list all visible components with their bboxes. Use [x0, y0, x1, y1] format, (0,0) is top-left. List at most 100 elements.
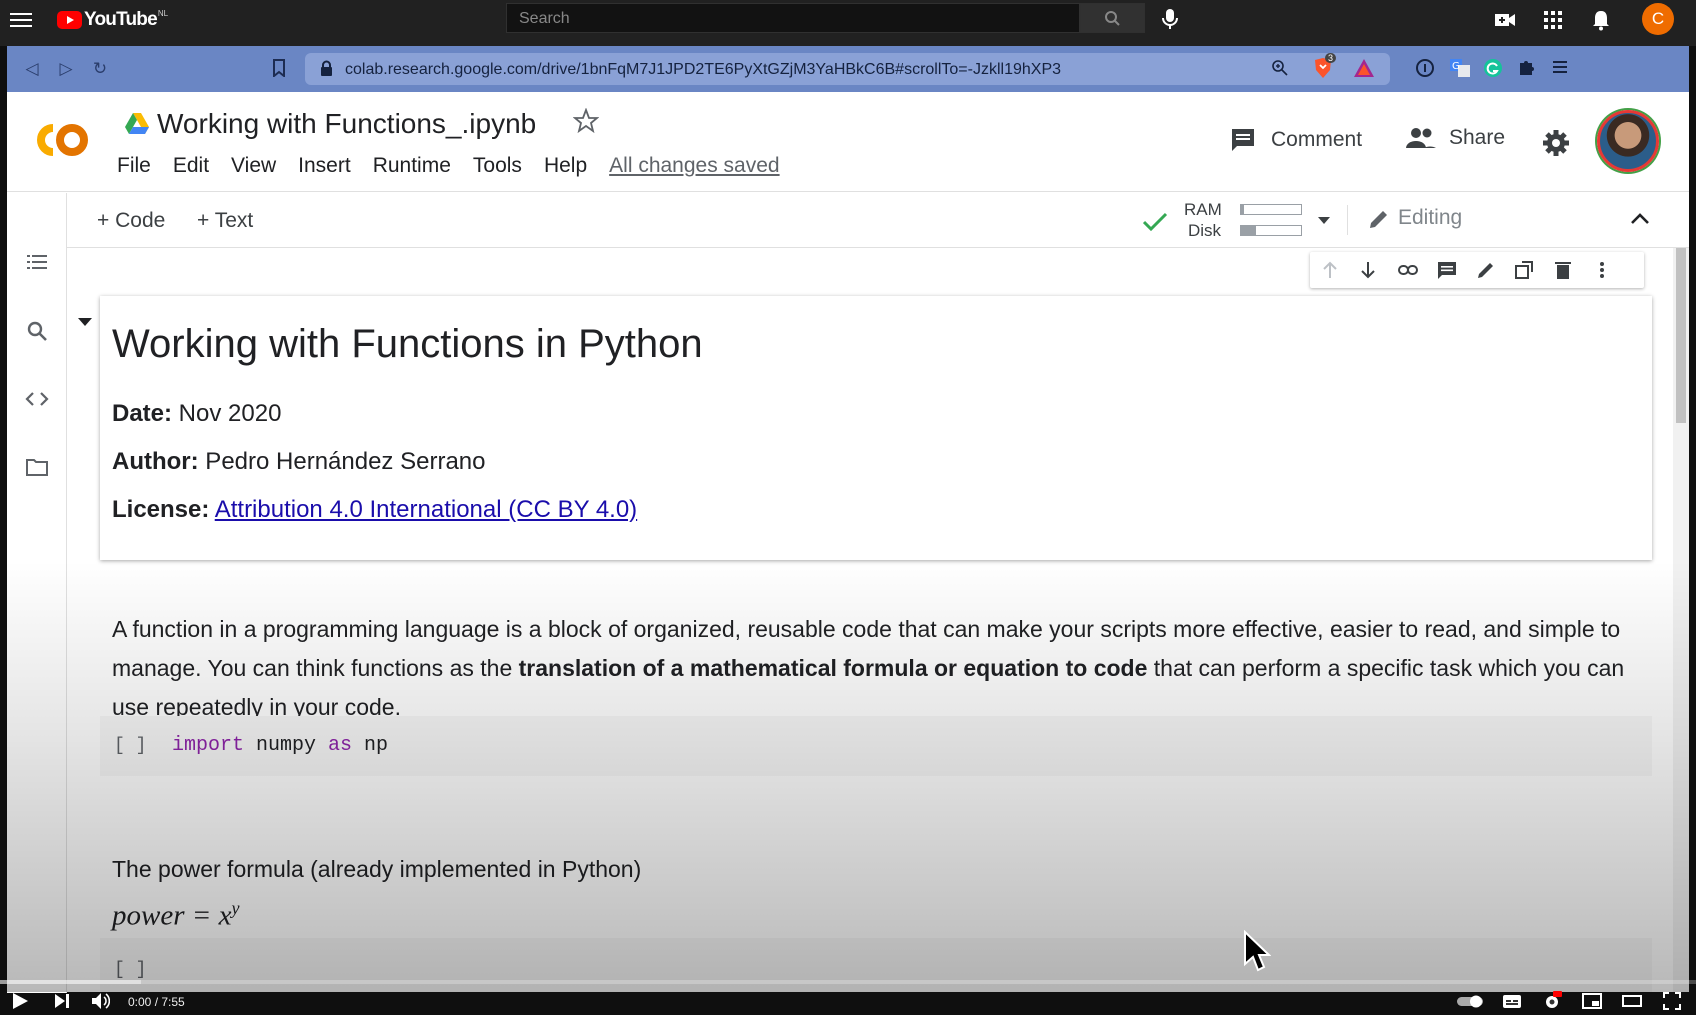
apps-grid-icon[interactable] — [1542, 9, 1564, 31]
extensions-puzzle-icon[interactable] — [1517, 57, 1537, 77]
formula-exponent: y — [231, 898, 240, 918]
formula-base: power = x — [112, 899, 232, 932]
code-line[interactable]: import numpy as np — [172, 734, 388, 757]
table-of-contents-icon[interactable] — [25, 251, 49, 275]
settings-gear-icon[interactable] — [1541, 128, 1571, 158]
menu-file[interactable]: File — [117, 154, 151, 178]
notebook-title[interactable]: Working with Functions_.ipynb — [157, 108, 536, 140]
settings-hd-icon[interactable] — [1542, 991, 1562, 1011]
menu-runtime[interactable]: Runtime — [373, 154, 451, 178]
forward-arrow-icon[interactable]: ▷ — [57, 60, 75, 78]
zoom-icon[interactable] — [1271, 59, 1289, 77]
menu-help[interactable]: Help — [544, 154, 587, 178]
video-timecode: 0:00 / 7:55 — [128, 995, 185, 1009]
comment-icon — [1232, 129, 1254, 151]
notebook-toolbar: + Code + Text RAM Disk Editing — [67, 193, 1689, 248]
star-icon[interactable] — [573, 108, 599, 134]
editing-mode-label[interactable]: Editing — [1398, 206, 1462, 230]
url-text[interactable]: colab.research.google.com/drive/1bnFqM7J… — [345, 61, 1061, 79]
comment-button[interactable]: Comment — [1229, 126, 1362, 154]
move-cell-down-icon[interactable] — [1358, 260, 1378, 280]
menu-tools[interactable]: Tools — [473, 154, 522, 178]
google-drive-icon[interactable] — [124, 112, 150, 136]
browser-toolbar: ◁ ▷ ↻ colab.research.google.com/drive/1b… — [7, 46, 1689, 92]
autoplay-toggle-icon[interactable] — [1456, 991, 1484, 1011]
lock-icon — [321, 60, 332, 76]
volume-icon[interactable] — [90, 991, 110, 1011]
microphone-icon[interactable] — [1160, 7, 1180, 31]
resources-indicator[interactable]: RAM Disk — [1142, 200, 1342, 242]
share-button[interactable]: Share — [1405, 126, 1505, 150]
link-to-cell-icon[interactable] — [1398, 260, 1418, 280]
license-link[interactable]: Attribution 4.0 International (CC BY 4.0… — [215, 496, 637, 523]
video-progress-bar[interactable] — [0, 980, 1696, 984]
grammarly-icon[interactable] — [1483, 58, 1503, 78]
back-arrow-icon[interactable]: ◁ — [23, 60, 41, 78]
notebook-heading: Working with Functions in Python — [112, 322, 703, 366]
search-icon[interactable] — [25, 319, 49, 343]
notebook-scrollbar[interactable] — [1673, 248, 1689, 992]
text-cell-header[interactable]: Working with Functions in Python Date: N… — [100, 296, 1652, 560]
next-video-icon[interactable] — [52, 991, 72, 1011]
collapse-header-chevron-icon[interactable] — [1630, 211, 1650, 225]
license-line: License: Attribution 4.0 International (… — [112, 496, 637, 524]
intro-text-bold: translation of a mathematical formula or… — [518, 655, 1148, 681]
intro-paragraph: A function in a programming language is … — [112, 610, 1662, 727]
hamburger-menu-icon[interactable] — [10, 10, 32, 28]
left-sidebar — [7, 193, 67, 993]
fullscreen-icon[interactable] — [1662, 991, 1682, 1011]
code-cell-import[interactable]: [ ] import numpy as np — [100, 716, 1652, 776]
menu-view[interactable]: View — [231, 154, 276, 178]
theater-mode-icon[interactable] — [1622, 991, 1642, 1011]
dropdown-arrow-icon[interactable] — [1317, 215, 1331, 225]
cell-action-toolbar — [1310, 252, 1644, 288]
add-text-button[interactable]: + Text — [197, 209, 253, 233]
user-profile-avatar[interactable] — [1597, 110, 1659, 172]
menu-edit[interactable]: Edit — [173, 154, 209, 178]
scrollbar-thumb[interactable] — [1676, 248, 1686, 423]
colab-menu-bar: File Edit View Insert Runtime Tools Help… — [117, 154, 802, 178]
brave-badge-count: 3 — [1325, 53, 1337, 63]
ram-usage-bar — [1240, 204, 1302, 215]
brave-shield-icon[interactable]: 3 — [1311, 53, 1337, 80]
run-cell-button[interactable]: [ ] — [114, 960, 146, 980]
mirror-cell-icon[interactable] — [1514, 260, 1534, 280]
youtube-account-avatar[interactable]: C — [1642, 3, 1674, 35]
subtitles-icon[interactable] — [1502, 991, 1522, 1011]
code-snippets-icon[interactable] — [25, 387, 49, 411]
browser-window: ◁ ▷ ↻ colab.research.google.com/drive/1b… — [7, 46, 1689, 993]
files-folder-icon[interactable] — [25, 455, 49, 479]
translate-icon[interactable]: G — [1449, 57, 1471, 79]
add-comment-icon[interactable] — [1437, 260, 1457, 280]
save-status-link[interactable]: All changes saved — [609, 154, 779, 178]
edit-cell-pencil-icon[interactable] — [1476, 260, 1496, 280]
browser-menu-icon[interactable] — [1551, 58, 1569, 76]
more-options-icon[interactable] — [1592, 260, 1612, 280]
delete-cell-trash-icon[interactable] — [1553, 260, 1573, 280]
move-cell-up-icon[interactable] — [1320, 260, 1340, 280]
add-code-button[interactable]: + Code — [97, 209, 165, 233]
reload-icon[interactable]: ↻ — [91, 60, 109, 78]
brave-rewards-triangle-icon[interactable] — [1353, 58, 1375, 78]
bookmark-icon[interactable] — [272, 59, 286, 77]
play-icon[interactable] — [10, 991, 30, 1011]
people-icon — [1406, 128, 1436, 148]
connected-check-icon — [1142, 212, 1168, 232]
youtube-search-input[interactable]: Search — [506, 3, 1080, 33]
extension-circle-icon[interactable] — [1415, 58, 1435, 78]
section-collapse-arrow-icon[interactable] — [78, 318, 92, 326]
video-controls: 0:00 / 7:55 — [0, 986, 1696, 1015]
create-video-icon[interactable] — [1494, 9, 1516, 31]
menu-insert[interactable]: Insert — [298, 154, 351, 178]
miniplayer-icon[interactable] — [1582, 991, 1602, 1011]
license-label: License: — [112, 496, 210, 523]
run-cell-button[interactable]: [ ] — [114, 736, 146, 756]
notebook-content: Working with Functions in Python Date: N… — [68, 248, 1689, 992]
colab-logo-icon[interactable] — [27, 118, 91, 162]
disk-usage-fill — [1241, 226, 1256, 235]
youtube-logo[interactable]: YouTube NL — [57, 9, 168, 31]
author-line: Author: Pedro Hernández Serrano — [112, 448, 485, 476]
youtube-search-button[interactable] — [1080, 3, 1145, 33]
notifications-bell-icon[interactable] — [1590, 9, 1612, 31]
date-value: Nov 2020 — [172, 400, 282, 427]
